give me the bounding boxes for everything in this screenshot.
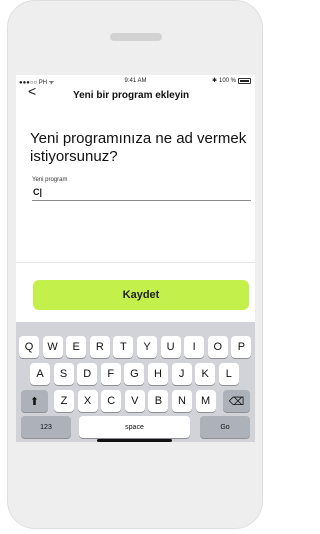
key-u[interactable]: U bbox=[160, 336, 181, 358]
program-name-input[interactable]: C| bbox=[33, 187, 42, 197]
navigation-bar: < Yeni bir program ekleyin bbox=[16, 80, 255, 110]
key-w[interactable]: W bbox=[42, 336, 63, 358]
numbers-key[interactable]: 123 bbox=[21, 416, 71, 438]
home-indicator bbox=[97, 439, 172, 442]
page-title: Yeni bir program ekleyin bbox=[73, 90, 190, 101]
key-n[interactable]: N bbox=[172, 390, 192, 412]
key-r[interactable]: R bbox=[89, 336, 110, 358]
program-name-label: Yeni program bbox=[32, 177, 68, 183]
key-c[interactable]: C bbox=[101, 390, 122, 412]
key-s[interactable]: S bbox=[53, 363, 74, 385]
key-t[interactable]: T bbox=[113, 336, 134, 358]
key-p[interactable]: P bbox=[231, 336, 252, 358]
key-g[interactable]: G bbox=[124, 363, 145, 385]
key-z[interactable]: Z bbox=[54, 390, 74, 412]
shift-key[interactable]: ⬆ bbox=[21, 390, 48, 412]
key-i[interactable]: I bbox=[184, 336, 205, 358]
key-v[interactable]: V bbox=[124, 390, 145, 412]
go-key[interactable]: Go bbox=[200, 416, 250, 438]
keyboard: QWERTYUIOP ASDFGHJKL ZXCVBNM ⬆ ⌫ 123 spa… bbox=[16, 322, 255, 442]
key-o[interactable]: O bbox=[207, 336, 228, 358]
key-x[interactable]: X bbox=[77, 390, 98, 412]
key-y[interactable]: Y bbox=[137, 336, 157, 358]
key-q[interactable]: Q bbox=[19, 336, 39, 358]
app-screen: ●●●○○ PH ᯤ 9:41 AM ✱ 100 % < Yeni bir pr… bbox=[16, 75, 255, 442]
key-h[interactable]: H bbox=[148, 363, 168, 385]
divider bbox=[16, 262, 255, 263]
name-question: Yeni programınıza ne ad vermek istiyorsu… bbox=[30, 130, 247, 165]
key-f[interactable]: F bbox=[100, 363, 121, 385]
key-d[interactable]: D bbox=[77, 363, 98, 385]
key-a[interactable]: A bbox=[30, 363, 50, 385]
input-underline bbox=[32, 200, 251, 201]
key-j[interactable]: J bbox=[171, 363, 192, 385]
back-button[interactable]: < bbox=[28, 84, 36, 98]
save-button[interactable]: Kaydet bbox=[33, 280, 249, 310]
key-k[interactable]: K bbox=[195, 363, 216, 385]
phone-speaker bbox=[110, 33, 162, 41]
delete-key[interactable]: ⌫ bbox=[223, 390, 250, 412]
space-key[interactable]: space bbox=[79, 416, 190, 438]
key-b[interactable]: B bbox=[148, 390, 169, 412]
key-e[interactable]: E bbox=[66, 336, 87, 358]
key-m[interactable]: M bbox=[195, 390, 216, 412]
key-l[interactable]: L bbox=[218, 363, 239, 385]
